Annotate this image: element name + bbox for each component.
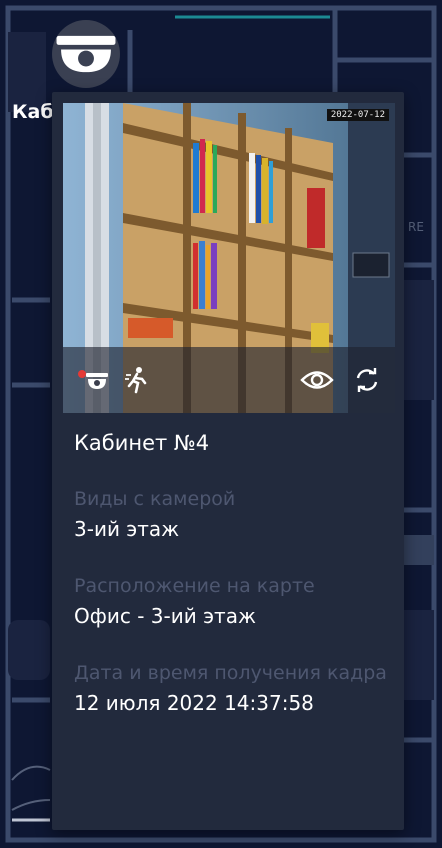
map-camera-marker[interactable] [52, 20, 120, 88]
camera-info: Кабинет №4 Виды с камерой 3-ий этаж Расп… [74, 431, 388, 748]
location-value: Офис - 3-ий этаж [74, 604, 256, 628]
map-room-label: Каб [12, 101, 54, 123]
preview-controls [63, 347, 395, 413]
map-partial-text: RE [408, 220, 424, 234]
camera-popup: 2022-07-12 Кабинет №4 Виды с камерой 3-и… [52, 92, 404, 830]
frame-timestamp: 2022-07-12 [326, 109, 389, 121]
views-label: Виды с камерой [74, 488, 236, 510]
camera-record-icon [78, 370, 108, 389]
frame-time-value: 12 июля 2022 14:37:58 [74, 691, 314, 715]
refresh-icon [356, 368, 378, 392]
motion-icon [125, 367, 147, 394]
eye-icon [300, 371, 334, 389]
motion-detection-button[interactable] [119, 363, 155, 397]
location-label: Расположение на карте [74, 575, 315, 597]
view-camera-button[interactable] [299, 363, 335, 397]
record-camera-button[interactable] [75, 363, 111, 397]
camera-preview[interactable]: 2022-07-12 [63, 103, 395, 413]
room-name: Кабинет №4 [74, 431, 210, 455]
refresh-frame-button[interactable] [349, 363, 385, 397]
views-value: 3-ий этаж [74, 517, 180, 541]
frame-time-label: Дата и время получения кадра [74, 662, 387, 684]
